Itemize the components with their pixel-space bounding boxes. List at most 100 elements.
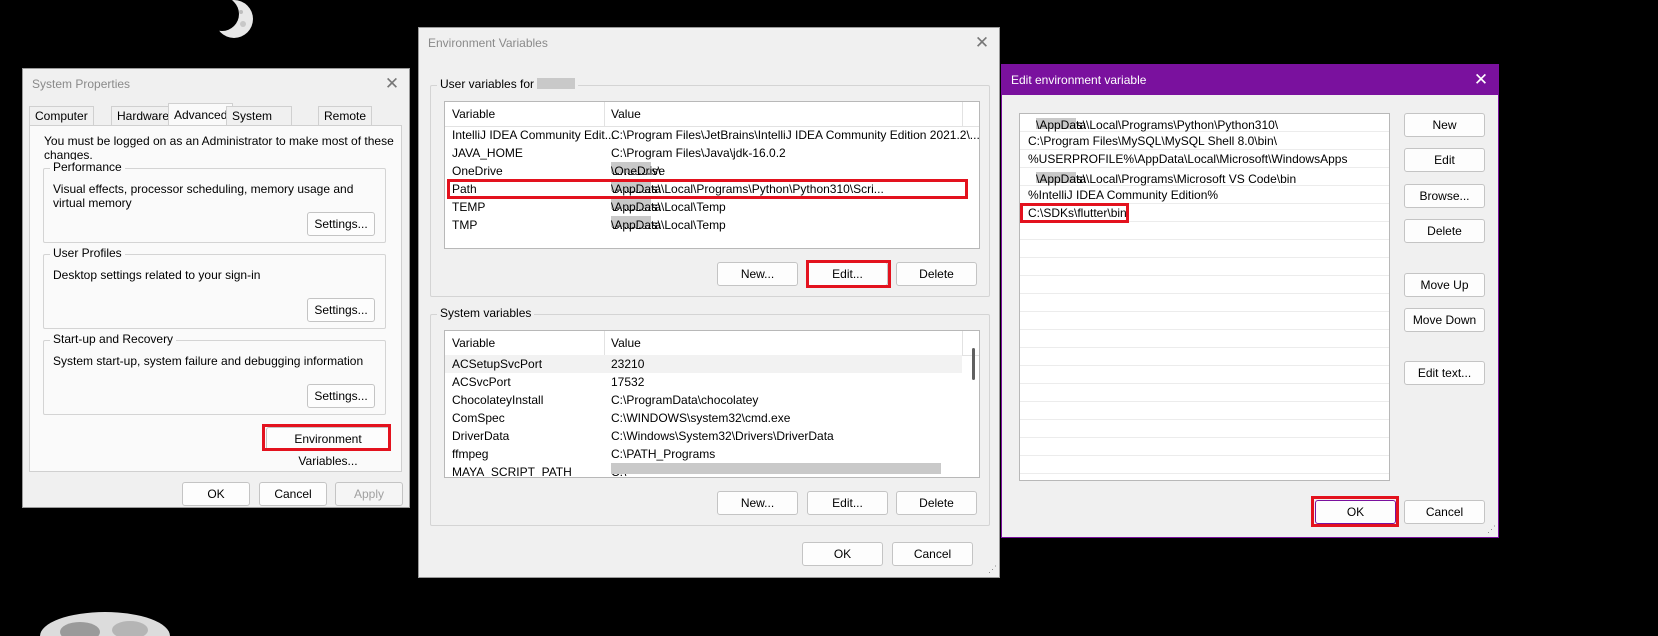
- window-title: System Properties: [32, 77, 131, 91]
- empty-row: [1020, 240, 1389, 258]
- user-profiles-settings-button[interactable]: Settings...: [307, 298, 375, 322]
- highlight-box: [806, 260, 891, 288]
- tab-panel: You must be logged on as an Administrato…: [29, 125, 402, 472]
- admin-note: You must be logged on as an Administrato…: [44, 134, 394, 162]
- empty-row: [1020, 438, 1389, 456]
- user-new-button[interactable]: New...: [717, 262, 798, 286]
- empty-row: [1020, 276, 1389, 294]
- tab-advanced[interactable]: Advanced: [168, 103, 234, 126]
- new-button[interactable]: New: [1404, 113, 1485, 137]
- resize-grip-icon[interactable]: ⋰: [988, 564, 997, 575]
- empty-row: [1020, 222, 1389, 240]
- resize-grip-icon[interactable]: ⋰: [1487, 524, 1496, 535]
- window-title: Environment Variables: [428, 36, 548, 50]
- table-row[interactable]: JAVA_HOME C:\Program Files\Java\jdk-16.0…: [445, 144, 979, 162]
- user-profiles-group: User Profiles Desktop settings related t…: [43, 246, 386, 329]
- list-header: Variable Value: [445, 102, 979, 127]
- table-row[interactable]: MAYA_SCRIPT_PATH C:\: [445, 463, 979, 477]
- variable-name: ChocolateyInstall: [452, 393, 544, 407]
- user-variables-label: User variables for: [437, 77, 579, 91]
- flower-image: [40, 612, 170, 636]
- empty-row: [1020, 312, 1389, 330]
- ok-button[interactable]: OK: [182, 482, 250, 506]
- column-value[interactable]: Value: [611, 336, 641, 350]
- table-row[interactable]: IntelliJ IDEA Community Edit... C:\Progr…: [445, 126, 979, 144]
- cancel-button[interactable]: Cancel: [892, 542, 973, 566]
- performance-settings-button[interactable]: Settings...: [307, 212, 375, 236]
- delete-button[interactable]: Delete: [1404, 219, 1485, 243]
- list-item[interactable]: %USERPROFILE%\AppData\Local\Microsoft\Wi…: [1020, 150, 1389, 168]
- user-variables-list[interactable]: Variable Value IntelliJ IDEA Community E…: [444, 101, 980, 249]
- cancel-button[interactable]: Cancel: [259, 482, 327, 506]
- list-item[interactable]: C:\Users\\AppData\Local\Programs\Microso…: [1020, 168, 1389, 186]
- title-bar: Environment Variables ✕: [419, 28, 999, 60]
- edit-environment-variable-window: Edit environment variable ✕ C:\Users\\Ap…: [1001, 64, 1499, 538]
- system-edit-button[interactable]: Edit...: [807, 491, 888, 515]
- move-down-button[interactable]: Move Down: [1404, 308, 1485, 332]
- variable-name: ffmpeg: [452, 447, 489, 461]
- system-variables-list[interactable]: Variable Value ACSetupSvcPort 23210 ACSv…: [444, 330, 980, 478]
- tab-computer-name[interactable]: Computer Name: [29, 106, 94, 141]
- table-row[interactable]: ffmpeg C:\PATH_Programs: [445, 445, 979, 463]
- performance-group: Performance Visual effects, processor sc…: [43, 160, 386, 243]
- variable-name: JAVA_HOME: [452, 146, 523, 160]
- edit-text-button[interactable]: Edit text...: [1404, 361, 1485, 385]
- list-item[interactable]: C:\Users\\AppData\Local\Programs\Python\…: [1020, 114, 1389, 132]
- list-item[interactable]: %IntelliJ IDEA Community Edition%: [1020, 186, 1389, 204]
- system-variables-label: System variables: [437, 306, 535, 320]
- close-icon[interactable]: ✕: [973, 34, 991, 52]
- table-row[interactable]: TMP C:\Users\\AppData\Local\Temp: [445, 216, 979, 234]
- user-delete-button[interactable]: Delete: [896, 262, 977, 286]
- close-icon[interactable]: ✕: [383, 75, 401, 93]
- tab-system-protection[interactable]: System Protection: [226, 106, 293, 141]
- table-row[interactable]: ChocolateyInstall C:\ProgramData\chocola…: [445, 391, 979, 409]
- entry-text: C:\Program Files\MySQL\MySQL Shell 8.0\b…: [1028, 134, 1277, 148]
- table-row[interactable]: DriverData C:\Windows\System32\Drivers\D…: [445, 427, 979, 445]
- user-profiles-label: User Profiles: [50, 246, 125, 260]
- column-value[interactable]: Value: [611, 107, 641, 121]
- highlight-box: [1311, 496, 1399, 527]
- system-properties-window: System Properties ✕ Computer Name Hardwa…: [22, 68, 410, 508]
- table-row[interactable]: ACSvcPort 17532: [445, 373, 979, 391]
- variable-value: C:\Windows\System32\Drivers\DriverData: [611, 429, 834, 443]
- path-entries-list[interactable]: C:\Users\\AppData\Local\Programs\Python\…: [1019, 113, 1390, 481]
- tab-remote[interactable]: Remote: [318, 106, 373, 126]
- browse-button[interactable]: Browse...: [1404, 184, 1485, 208]
- tab-hardware[interactable]: Hardware: [111, 106, 176, 126]
- move-up-button[interactable]: Move Up: [1404, 273, 1485, 297]
- empty-row: [1020, 366, 1389, 384]
- list-item[interactable]: C:\Program Files\MySQL\MySQL Shell 8.0\b…: [1020, 132, 1389, 150]
- table-row[interactable]: OneDrive C:\Users\\OneDrive: [445, 162, 979, 180]
- table-row[interactable]: TEMP C:\Users\\AppData\Local\Temp: [445, 198, 979, 216]
- empty-row: [1020, 384, 1389, 402]
- ok-button[interactable]: OK: [802, 542, 883, 566]
- startup-recovery-group: Start-up and Recovery System start-up, s…: [43, 332, 386, 415]
- startup-recovery-label: Start-up and Recovery: [50, 332, 177, 346]
- startup-recovery-settings-button[interactable]: Settings...: [307, 384, 375, 408]
- table-row[interactable]: ACSetupSvcPort 23210: [445, 355, 962, 373]
- entry-text: %USERPROFILE%\AppData\Local\Microsoft\Wi…: [1028, 152, 1348, 166]
- edit-button[interactable]: Edit: [1404, 148, 1485, 172]
- scrollbar-thumb[interactable]: [972, 348, 975, 380]
- variable-value: 17532: [611, 375, 645, 389]
- close-icon[interactable]: ✕: [1472, 71, 1490, 89]
- empty-row: [1020, 420, 1389, 438]
- moon-image: [213, 0, 253, 38]
- system-new-button[interactable]: New...: [717, 491, 798, 515]
- variable-name: OneDrive: [452, 164, 503, 178]
- highlight-box: [1020, 203, 1129, 223]
- variable-name: IntelliJ IDEA Community Edit...: [452, 128, 615, 142]
- empty-row: [1020, 258, 1389, 276]
- variable-name: ComSpec: [452, 411, 505, 425]
- highlight-box: [262, 424, 391, 451]
- startup-recovery-desc: System start-up, system failure and debu…: [53, 354, 364, 368]
- variable-name: TMP: [452, 218, 478, 232]
- column-variable[interactable]: Variable: [452, 336, 495, 350]
- apply-button[interactable]: Apply: [335, 482, 403, 506]
- column-variable[interactable]: Variable: [452, 107, 495, 121]
- list-header: Variable Value: [445, 331, 979, 356]
- empty-row: [1020, 456, 1389, 474]
- cancel-button[interactable]: Cancel: [1404, 500, 1485, 524]
- table-row[interactable]: ComSpec C:\WINDOWS\system32\cmd.exe: [445, 409, 979, 427]
- system-delete-button[interactable]: Delete: [896, 491, 977, 515]
